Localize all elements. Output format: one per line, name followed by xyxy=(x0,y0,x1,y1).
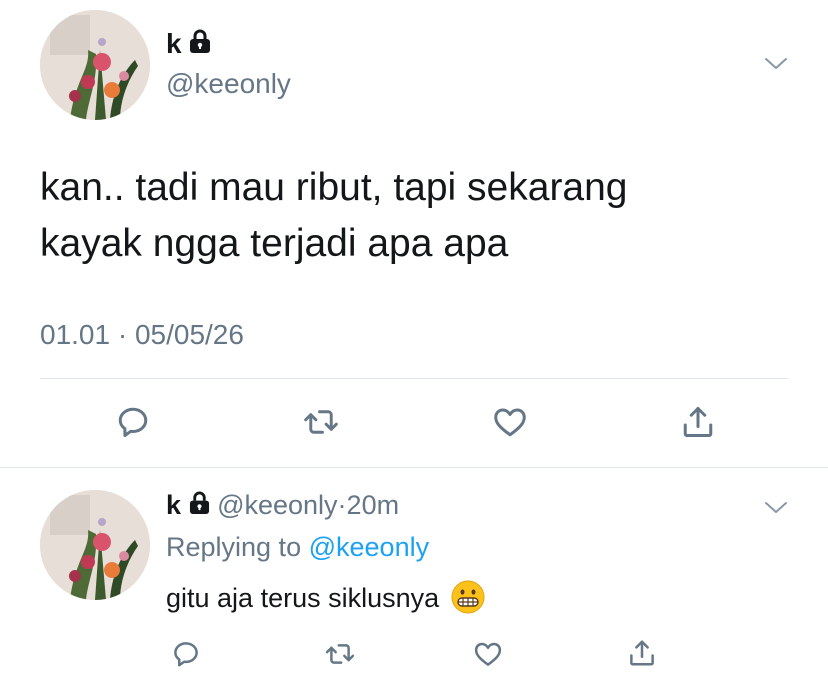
tweet-text: kan.. tadi mau ribut, tapi sekarang kaya… xyxy=(40,160,628,272)
avatar[interactable] xyxy=(40,490,150,600)
share-icon[interactable] xyxy=(624,634,660,672)
replying-to: Replying to @keeonly xyxy=(166,530,429,564)
divider xyxy=(40,378,788,379)
divider xyxy=(0,467,828,468)
reply-icon[interactable] xyxy=(111,400,155,444)
lock-icon xyxy=(189,491,209,514)
tweet-text-line: kayak ngga terjadi apa apa xyxy=(40,222,509,265)
chevron-down-icon[interactable] xyxy=(760,494,792,522)
chevron-down-icon[interactable] xyxy=(760,50,792,78)
reply-text-body: gitu aja terus siklusnya xyxy=(166,583,440,613)
reply-text: gitu aja terus siklusnya 😬 xyxy=(166,580,485,616)
share-icon[interactable] xyxy=(676,400,720,444)
retweet-icon[interactable] xyxy=(299,400,343,444)
relative-time[interactable]: 20m xyxy=(347,490,400,520)
timestamp[interactable]: 01.01 · 05/05/26 xyxy=(40,318,244,352)
tweet-text-line: kan.. tadi mau ribut, tapi sekarang xyxy=(40,166,628,209)
avatar-image xyxy=(40,490,150,600)
avatar-image xyxy=(40,10,150,120)
reply-header: k @keeonly·20m xyxy=(166,488,399,522)
display-name[interactable]: k xyxy=(166,28,211,60)
retweet-icon[interactable] xyxy=(322,636,358,672)
lock-icon xyxy=(190,29,211,53)
like-icon[interactable] xyxy=(470,636,506,672)
display-name[interactable]: k xyxy=(166,490,181,520)
grimacing-face-icon xyxy=(451,580,485,614)
display-name-text: k xyxy=(166,28,182,59)
handle[interactable]: @keeonly xyxy=(166,68,291,100)
avatar[interactable] xyxy=(40,10,150,120)
like-icon[interactable] xyxy=(488,400,532,444)
reply-icon[interactable] xyxy=(168,636,204,672)
replying-to-link[interactable]: @keeonly xyxy=(309,532,429,562)
replying-to-label: Replying to xyxy=(166,532,302,562)
handle[interactable]: @keeonly xyxy=(217,490,337,520)
separator: · xyxy=(337,490,347,520)
